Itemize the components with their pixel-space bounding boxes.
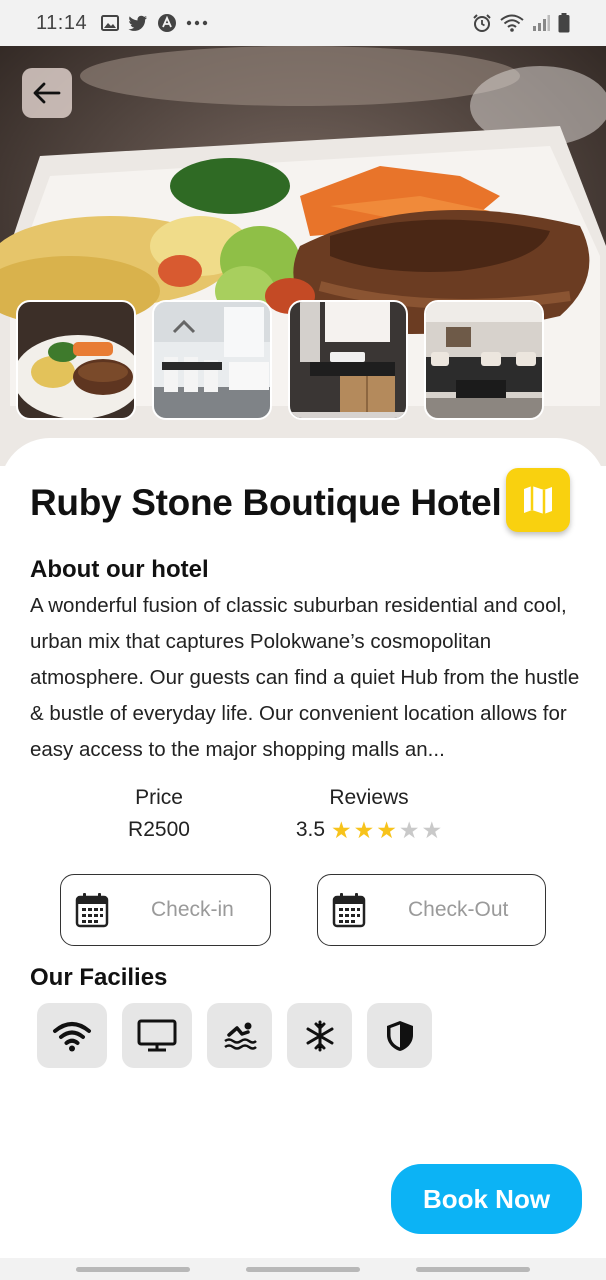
map-icon (524, 486, 552, 514)
alarm-icon (472, 13, 492, 33)
hotel-name: Ruby Stone Boutique Hotel (30, 482, 502, 523)
thumbnail-dining[interactable] (152, 300, 272, 420)
signal-icon (532, 15, 550, 31)
price-block: Price R2500 (100, 786, 218, 842)
thumbnail-bathroom[interactable] (288, 300, 408, 420)
facility-tv[interactable] (122, 1003, 192, 1068)
star-icon: ★ (376, 816, 397, 843)
image-icon (101, 15, 120, 31)
nav-back-handle[interactable] (416, 1267, 530, 1272)
map-button[interactable] (506, 468, 570, 532)
app-icon (157, 13, 177, 33)
star-icon: ★ (353, 816, 375, 843)
wifi-icon (53, 1021, 91, 1051)
more-dots-icon (186, 20, 208, 26)
check-in-button[interactable]: Check-in (60, 874, 271, 946)
status-time: 11:14 (36, 11, 88, 34)
calendar-icon (75, 893, 109, 928)
star-icon: ★ (421, 816, 443, 843)
rating-row: 3.5 ★ ★ ★ ★ ★ (286, 818, 452, 842)
calendar-icon (332, 893, 366, 928)
facility-pool[interactable] (207, 1003, 272, 1068)
security-shield-icon (386, 1020, 413, 1051)
check-out-button[interactable]: Check-Out (317, 874, 546, 946)
status-bar: 11:14 (0, 0, 606, 46)
book-now-button[interactable]: Book Now (391, 1164, 582, 1234)
star-icon: ★ (398, 816, 420, 843)
facilities-list (37, 1003, 432, 1068)
reviews-label: Reviews (329, 786, 409, 809)
facility-security[interactable] (367, 1003, 432, 1068)
gallery-thumbnails (16, 300, 544, 420)
star-icon: ★ (331, 816, 352, 843)
system-navigation-bar (0, 1258, 606, 1280)
twitter-icon (128, 15, 148, 32)
pool-icon (223, 1022, 257, 1050)
arrow-left-icon (33, 82, 61, 104)
check-out-label: Check-Out (408, 898, 509, 921)
about-description: A wonderful fusion of classic suburban r… (30, 594, 580, 761)
tv-icon (137, 1019, 177, 1051)
facilities-title: Our Facilies (30, 964, 168, 991)
wifi-icon (500, 14, 524, 32)
thumbnail-lounge[interactable] (424, 300, 544, 420)
ac-snowflake-icon (306, 1020, 333, 1051)
nav-recent-handle[interactable] (76, 1267, 190, 1272)
hotel-details-card: Ruby Stone Boutique Hotel About our hote… (0, 438, 606, 1280)
facility-wifi[interactable] (37, 1003, 107, 1068)
rating-value: 3.5 (295, 818, 326, 841)
back-button[interactable] (22, 68, 72, 118)
facility-air-conditioning[interactable] (287, 1003, 352, 1068)
price-label: Price (135, 786, 183, 809)
about-title: About our hotel (30, 556, 209, 583)
check-in-label: Check-in (151, 898, 234, 921)
battery-icon (558, 13, 570, 33)
reviews-block: Reviews 3.5 ★ ★ ★ ★ ★ (286, 786, 452, 842)
hero-image (0, 46, 606, 466)
thumbnail-food[interactable] (16, 300, 136, 420)
nav-home-handle[interactable] (246, 1267, 360, 1272)
price-value: R2500 (128, 818, 190, 841)
